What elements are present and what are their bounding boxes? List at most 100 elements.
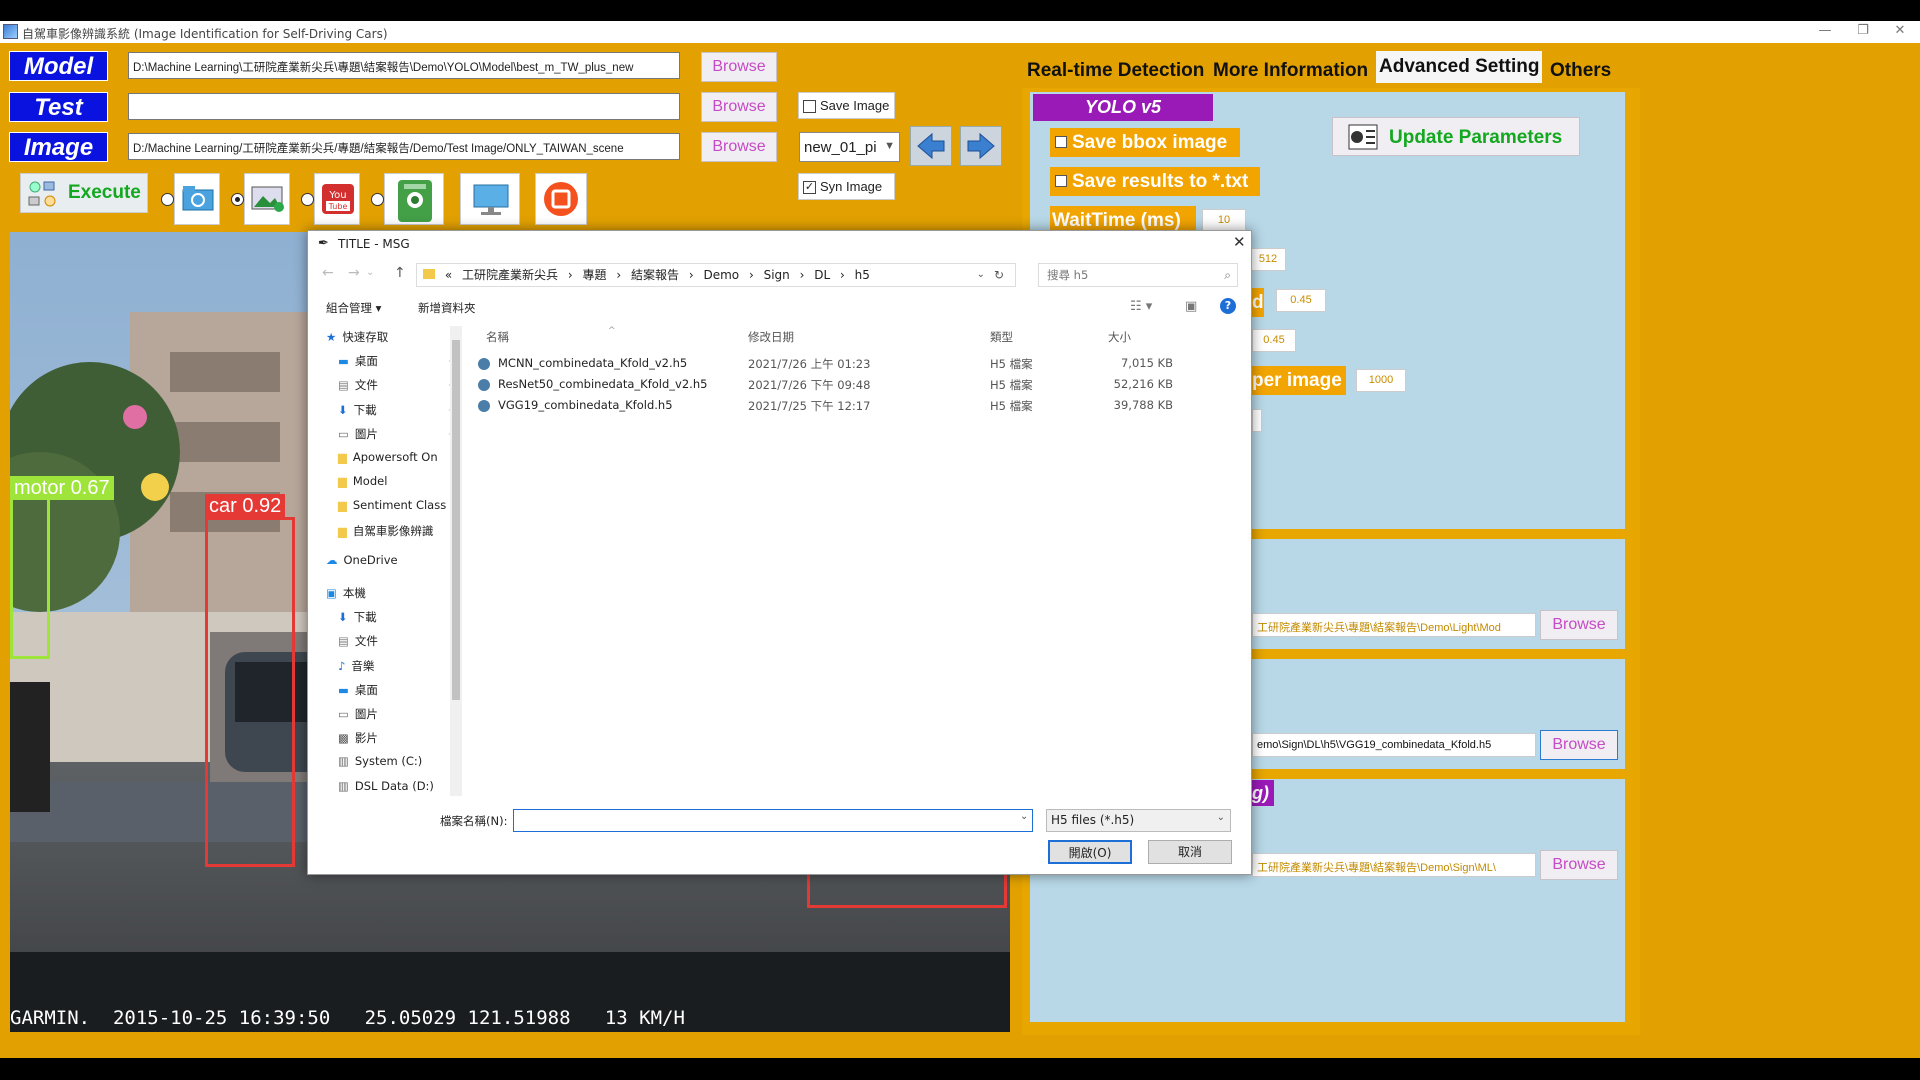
view-options-icon[interactable]: ☷ ▾: [1130, 299, 1152, 314]
test-browse-button[interactable]: Browse: [701, 92, 777, 122]
tree-item-drive[interactable]: ▥ DSL Data (D:): [338, 779, 434, 793]
tree-item-down[interactable]: ⬇下載📌: [338, 402, 459, 418]
tree-item-label: 桌面: [354, 354, 378, 369]
filename-input[interactable]: [513, 809, 1033, 832]
save-image-checkbox[interactable]: Save Image: [798, 92, 895, 119]
tree-item-video[interactable]: ▩ 影片: [338, 730, 378, 746]
youtube-source-button[interactable]: You Tube: [314, 173, 360, 225]
tree-item-folder[interactable]: ▆ Model: [338, 474, 387, 488]
model-path-input[interactable]: D:\Machine Learning\工研院產業新尖兵\專題\結案報告\Dem…: [128, 52, 680, 79]
syn-image-checkbox[interactable]: ✓ Syn Image: [798, 173, 895, 200]
sign-ml-path-input[interactable]: 工研院產業新尖兵\專題\結案報告\Demo\Sign\ML\: [1252, 853, 1536, 877]
breadcrumb-item[interactable]: Demo: [703, 268, 739, 282]
column-type[interactable]: 類型: [990, 329, 1013, 345]
source-radio-folder[interactable]: [161, 193, 174, 206]
tree-scrollbar-thumb[interactable]: [452, 340, 460, 700]
tree-item-down[interactable]: ⬇ 下載: [338, 609, 377, 625]
tab-others[interactable]: Others: [1547, 55, 1614, 87]
help-icon[interactable]: ?: [1220, 298, 1236, 314]
dialog-close-button[interactable]: ✕: [1233, 233, 1246, 251]
image-source-button[interactable]: [244, 173, 290, 225]
tab-more-information[interactable]: More Information: [1210, 55, 1371, 87]
tree-item-star[interactable]: ★ 快速存取: [326, 329, 388, 345]
breadcrumb[interactable]: « 工研院產業新尖兵 › 專題 › 結案報告 › Demo › Sign › D…: [416, 263, 1016, 287]
stop-button[interactable]: [535, 173, 587, 225]
folder-source-button[interactable]: [174, 173, 220, 225]
update-parameters-button[interactable]: Update Parameters: [1332, 117, 1580, 156]
breadcrumb-item[interactable]: h5: [855, 268, 870, 282]
up-icon[interactable]: ↑: [394, 265, 406, 281]
source-radio-camera[interactable]: [371, 193, 384, 206]
tree-item-pic[interactable]: ▭ 圖片: [338, 706, 378, 722]
tree-item-doc[interactable]: ▤ 文件: [338, 633, 378, 649]
tree-item-folder[interactable]: ▆ 自駕車影像辨識: [338, 523, 433, 539]
breadcrumb-item[interactable]: 工研院產業新尖兵: [462, 268, 558, 282]
tree-item-pc[interactable]: ▣ 本機: [326, 585, 366, 601]
breadcrumb-item[interactable]: Sign: [764, 268, 790, 282]
file-row[interactable]: VGG19_combinedata_Kfold.h5 2021/7/25 下午 1…: [478, 397, 1198, 417]
column-date[interactable]: 修改日期: [748, 329, 794, 345]
tree-scrollbar[interactable]: [450, 326, 462, 796]
chevron-down-icon[interactable]: ⌄: [977, 264, 985, 286]
img-size-input[interactable]: 512: [1250, 248, 1286, 271]
open-button[interactable]: 開啟(O): [1048, 840, 1132, 864]
source-radio-image[interactable]: [231, 193, 244, 206]
tree-item-pic[interactable]: ▭圖片📌: [338, 426, 459, 442]
tree-item-folder[interactable]: ▆ Apowersoft On: [338, 450, 438, 464]
file-row[interactable]: MCNN_combinedata_Kfold_v2.h5 2021/7/26 上午…: [478, 355, 1198, 375]
light-model-browse-button[interactable]: Browse: [1540, 610, 1618, 640]
image-select[interactable]: new_01_pi ▼: [799, 132, 900, 162]
organize-menu[interactable]: 組合管理 ▾: [326, 300, 381, 316]
search-input[interactable]: 搜尋 h5 ⌕: [1038, 263, 1238, 287]
recent-dropdown-icon[interactable]: ⌄: [366, 267, 374, 278]
image-path-input[interactable]: D:/Machine Learning/工研院產業新尖兵/專題/結案報告/Dem…: [128, 133, 680, 160]
breadcrumb-item[interactable]: 結案報告: [631, 268, 679, 282]
tree-item-music[interactable]: ♪ 音樂: [338, 658, 374, 674]
tree-item-drive[interactable]: ▥ System (C:): [338, 754, 422, 768]
cancel-button[interactable]: 取消: [1148, 840, 1232, 864]
max-det-input[interactable]: 1000: [1356, 369, 1406, 392]
breadcrumb-item[interactable]: «: [445, 268, 452, 282]
column-name[interactable]: 名稱: [486, 329, 509, 345]
new-folder-button[interactable]: 新增資料夾: [418, 300, 476, 316]
tree-item-doc[interactable]: ▤文件📌: [338, 377, 459, 393]
sign-dl-path-input[interactable]: emo\Sign\DL\h5\VGG19_combinedata_Kfold.h…: [1252, 733, 1536, 757]
extra-input[interactable]: [1252, 409, 1262, 432]
minimize-button[interactable]: —: [1805, 23, 1845, 41]
iou-threshold-input[interactable]: 0.45: [1252, 329, 1296, 352]
tree-item-cloud[interactable]: ☁ OneDrive: [326, 553, 398, 567]
breadcrumb-item[interactable]: DL: [814, 268, 830, 282]
execute-button[interactable]: Execute: [20, 173, 148, 213]
next-image-button[interactable]: [960, 126, 1002, 166]
image-browse-button[interactable]: Browse: [701, 132, 777, 162]
tab-advanced-setting[interactable]: Advanced Setting: [1376, 51, 1543, 83]
tree-item-desktop[interactable]: ▬ 桌面: [338, 682, 378, 698]
column-size[interactable]: 大小: [1108, 329, 1131, 345]
back-icon[interactable]: ←: [322, 265, 334, 281]
model-browse-button[interactable]: Browse: [701, 52, 777, 82]
tree-item-desktop[interactable]: ▬桌面📌: [338, 353, 459, 369]
close-button[interactable]: ✕: [1880, 23, 1920, 41]
save-results-checkbox[interactable]: Save results to *.txt: [1050, 167, 1260, 196]
file-row[interactable]: ResNet50_combinedata_Kfold_v2.h5 2021/7/2…: [478, 376, 1198, 396]
file-type-select[interactable]: H5 files (*.h5) ⌄: [1046, 809, 1231, 832]
screen-source-button[interactable]: [460, 173, 520, 225]
tree-item-label: 下載: [353, 610, 377, 625]
test-path-input[interactable]: [128, 93, 680, 120]
forward-icon[interactable]: →: [348, 265, 360, 281]
refresh-icon[interactable]: ↻: [994, 264, 1004, 286]
prev-image-button[interactable]: [910, 126, 952, 166]
preview-pane-icon[interactable]: ▣: [1185, 299, 1197, 314]
tab-realtime-detection[interactable]: Real-time Detection: [1024, 55, 1207, 87]
sign-dl-browse-button[interactable]: Browse: [1540, 730, 1618, 760]
light-model-path-input[interactable]: 工研院產業新尖兵\專題\結案報告\Demo\Light\Mod: [1252, 613, 1536, 637]
tree-item-folder[interactable]: ▆ Sentiment Class: [338, 498, 446, 512]
save-bbox-checkbox[interactable]: Save bbox image: [1050, 128, 1240, 157]
conf-threshold-input[interactable]: 0.45: [1276, 289, 1326, 312]
breadcrumb-item[interactable]: 專題: [582, 268, 606, 282]
restore-button[interactable]: ❐: [1843, 23, 1883, 41]
droidcam-source-button[interactable]: [384, 173, 444, 225]
source-radio-youtube[interactable]: [301, 193, 314, 206]
sign-ml-browse-button[interactable]: Browse: [1540, 850, 1618, 880]
wait-time-input[interactable]: 10: [1202, 209, 1246, 232]
